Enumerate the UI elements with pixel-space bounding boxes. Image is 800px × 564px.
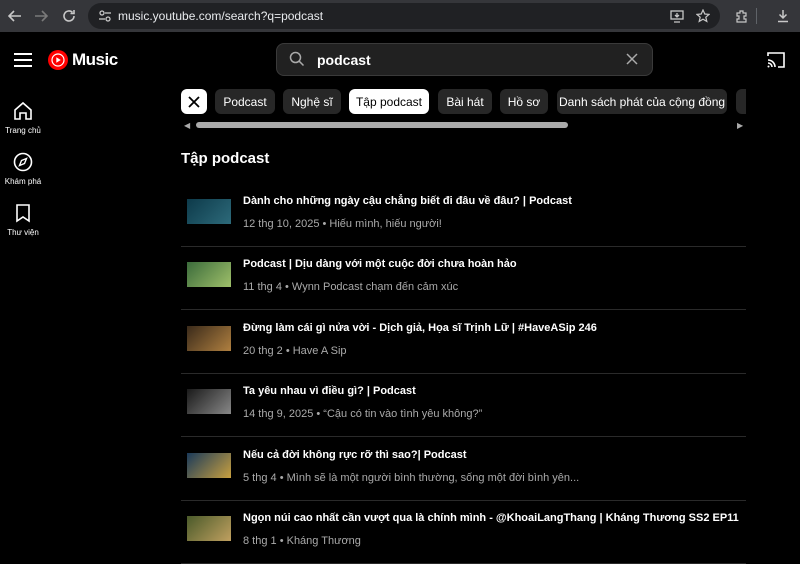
browser-toolbar: music.youtube.com/search?q=podcast	[0, 0, 800, 32]
library-icon	[16, 204, 30, 223]
episode-thumbnail[interactable]	[187, 262, 231, 287]
episode-row[interactable]: Ta yêu nhau vì điều gì? | Podcast 14 thg …	[181, 373, 746, 437]
chip-podcast[interactable]: Podcast	[215, 89, 275, 114]
sidebar-item-label: Trang chủ	[5, 126, 41, 135]
episode-title[interactable]: Dành cho những ngày cậu chẳng biết đi đâ…	[243, 195, 572, 207]
site-settings-icon[interactable]	[96, 7, 114, 25]
sidebar-item-label: Khám phá	[4, 177, 42, 186]
chip-episodes[interactable]: Tập podcast	[349, 89, 429, 114]
sidebar-item-explore[interactable]: Khám phá	[0, 151, 46, 186]
search-input[interactable]: podcast	[317, 52, 371, 68]
youtube-music-logo[interactable]: Music	[48, 50, 118, 70]
scroll-right-icon[interactable]: ▶	[737, 121, 743, 130]
episode-meta: 14 thg 9, 2025 • “Cậu có tin vào tình yê…	[243, 408, 483, 420]
episode-thumbnail[interactable]	[187, 453, 231, 478]
bookmark-star-icon[interactable]	[694, 7, 712, 25]
explore-icon	[13, 152, 33, 172]
episode-title[interactable]: Podcast | Dịu dàng với một cuộc đời chưa…	[243, 258, 517, 270]
install-app-icon[interactable]	[668, 7, 686, 25]
close-icon	[188, 95, 200, 108]
episode-thumbnail[interactable]	[187, 389, 231, 414]
section-title: Tập podcast	[181, 150, 270, 167]
download-icon[interactable]	[772, 5, 794, 27]
back-icon[interactable]	[4, 5, 26, 27]
chip-artists[interactable]: Nghệ sĩ	[283, 89, 341, 114]
episode-meta: 12 thg 10, 2025 • Hiếu mình, hiếu người!	[243, 218, 442, 230]
extensions-icon[interactable]	[731, 5, 753, 27]
episode-row[interactable]: Dành cho những ngày cậu chẳng biết đi đâ…	[181, 183, 746, 247]
url-text[interactable]: music.youtube.com/search?q=podcast	[118, 9, 323, 23]
chip-profiles[interactable]: Hồ sơ	[500, 89, 548, 114]
forward-icon[interactable]	[30, 5, 52, 27]
toolbar-divider	[756, 8, 757, 24]
sidebar-item-library[interactable]: Thư viện	[0, 202, 46, 237]
episode-row[interactable]: Ngọn núi cao nhất cần vượt qua là chính …	[181, 500, 746, 564]
episode-thumbnail[interactable]	[187, 326, 231, 351]
home-icon	[14, 101, 32, 120]
episode-meta: 5 thg 4 • Mình sẽ là một người bình thườ…	[243, 472, 580, 484]
clear-filter-button[interactable]	[181, 89, 207, 114]
reload-icon[interactable]	[58, 5, 80, 27]
horizontal-scrollbar[interactable]	[196, 122, 568, 128]
episode-meta: 8 thg 1 • Kháng Thương	[243, 535, 361, 547]
menu-icon[interactable]	[14, 53, 32, 67]
sidebar-item-home[interactable]: Trang chủ	[0, 100, 46, 135]
episode-meta: 11 thg 4 • Wynn Podcast chạm đến cảm xúc	[243, 281, 459, 293]
episode-thumbnail[interactable]	[187, 199, 231, 224]
episode-row[interactable]: Podcast | Dịu dàng với một cuộc đời chưa…	[181, 246, 746, 310]
cast-icon[interactable]	[766, 51, 786, 74]
episode-row[interactable]: Nếu cả đời không rực rỡ thì sao?| Podcas…	[181, 437, 746, 501]
address-bar[interactable]: music.youtube.com/search?q=podcast	[88, 3, 720, 29]
episode-thumbnail[interactable]	[187, 516, 231, 541]
play-logo-icon	[48, 50, 68, 70]
episode-title[interactable]: Nếu cả đời không rực rỡ thì sao?| Podcas…	[243, 449, 467, 461]
episode-title[interactable]: Ngọn núi cao nhất cần vượt qua là chính …	[243, 512, 739, 524]
scroll-left-icon[interactable]: ◀	[184, 121, 190, 130]
chip-songs[interactable]: Bài hát	[438, 89, 492, 114]
episode-row[interactable]: Đừng làm cái gì nửa vời - Dịch giả, Họa …	[181, 310, 746, 374]
search-icon[interactable]	[289, 51, 305, 72]
search-box[interactable]: podcast	[276, 43, 653, 76]
clear-icon[interactable]	[624, 51, 640, 67]
logo-text: Music	[72, 50, 118, 69]
chip-community-playlists[interactable]: Danh sách phát của cộng đồng	[557, 89, 727, 114]
episode-meta: 20 thg 2 • Have A Sip	[243, 345, 347, 357]
episode-title[interactable]: Ta yêu nhau vì điều gì? | Podcast	[243, 385, 416, 397]
episode-title[interactable]: Đừng làm cái gì nửa vời - Dịch giả, Họa …	[243, 322, 597, 334]
sidebar-item-label: Thư viện	[7, 228, 39, 237]
chip-overflow[interactable]	[736, 89, 746, 114]
